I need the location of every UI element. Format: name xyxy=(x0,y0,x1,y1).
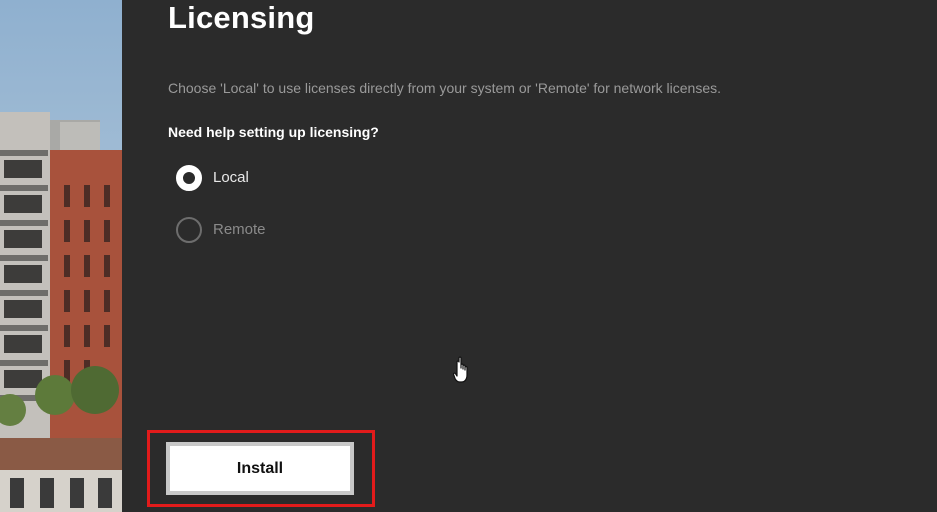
licensing-panel: Licensing Choose 'Local' to use licenses… xyxy=(122,0,937,512)
radio-option-remote[interactable]: Remote xyxy=(176,217,266,243)
licensing-help-question: Need help setting up licensing? xyxy=(168,124,379,140)
radio-label-remote: Remote xyxy=(213,221,266,238)
page-title: Licensing xyxy=(168,0,315,35)
radio-checked-icon[interactable] xyxy=(176,165,202,191)
radio-option-local[interactable]: Local xyxy=(176,165,249,191)
radio-label-local: Local xyxy=(213,169,249,186)
install-button[interactable]: Install xyxy=(166,442,354,495)
hand-pointer-icon xyxy=(452,356,473,384)
building-hero-image xyxy=(0,0,122,512)
installer-window: Licensing Choose 'Local' to use licenses… xyxy=(0,0,937,512)
radio-unchecked-icon[interactable] xyxy=(176,217,202,243)
licensing-description: Choose 'Local' to use licenses directly … xyxy=(168,80,722,96)
